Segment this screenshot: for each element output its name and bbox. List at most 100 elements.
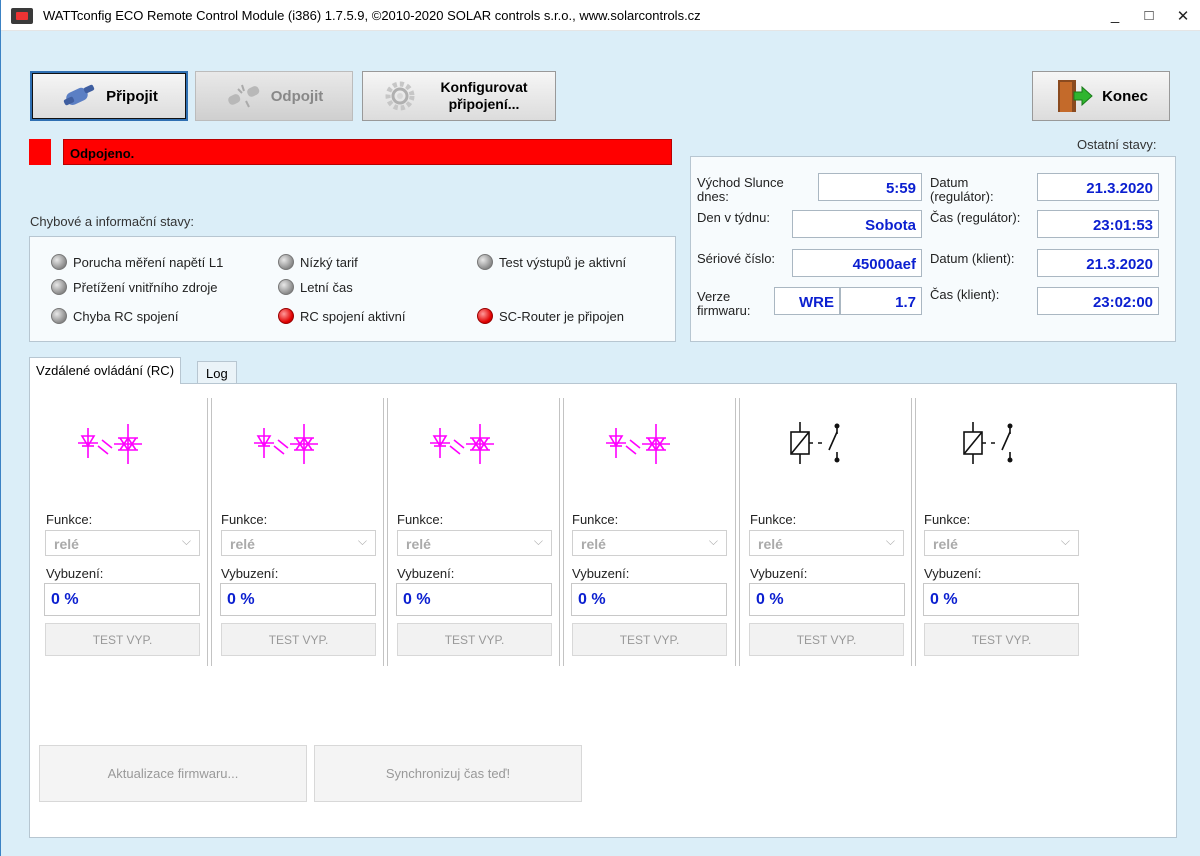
column-divider: [383, 398, 388, 666]
function-select[interactable]: relé ⌵: [397, 530, 552, 556]
weekday-label: Den v týdnu:: [697, 210, 770, 225]
indicator-low-tariff: Nízký tarif: [278, 254, 358, 270]
disconnect-button[interactable]: Odpojit: [195, 71, 353, 121]
app-window: WATTconfig ECO Remote Control Module (i3…: [0, 0, 1200, 856]
test-off-button[interactable]: TEST VYP.: [572, 623, 727, 656]
column-divider: [207, 398, 212, 666]
configure-label: Konfigurovat připojení...: [440, 79, 528, 112]
function-label: Funkce:: [397, 512, 444, 527]
function-select[interactable]: relé ⌵: [924, 530, 1079, 556]
firmware-version-field: 1.7: [840, 287, 922, 315]
test-off-button[interactable]: TEST VYP.: [221, 623, 376, 656]
serial-field: 45000aef: [792, 249, 922, 277]
excitation-label: Vybuzení:: [750, 566, 808, 581]
configure-connection-button[interactable]: Konfigurovat připojení...: [362, 71, 556, 121]
close-button[interactable]: ✕: [1167, 0, 1199, 31]
exit-button[interactable]: Konec: [1032, 71, 1170, 121]
excitation-label: Vybuzení:: [572, 566, 630, 581]
firmware-type-field: WRE: [774, 287, 840, 315]
unplug-icon: [227, 84, 259, 108]
regulator-date-field: 21.3.2020: [1037, 173, 1159, 201]
indicator-voltage-fault: Porucha měření napětí L1: [51, 254, 223, 270]
relay-icon: [790, 422, 840, 464]
status-lamp-icon: [477, 308, 493, 324]
excitation-field: 0 %: [571, 583, 727, 616]
tab-log[interactable]: Log: [197, 361, 237, 384]
connect-button[interactable]: Připojit: [30, 71, 188, 121]
gear-icon: [385, 81, 415, 111]
excitation-field: 0 %: [396, 583, 552, 616]
chevron-down-icon: ⌵: [357, 534, 367, 548]
indicator-rc-active: RC spojení aktivní: [278, 308, 406, 324]
excitation-field: 0 %: [44, 583, 200, 616]
test-off-button[interactable]: TEST VYP.: [924, 623, 1079, 656]
firmware-label: Verze firmwaru:: [697, 289, 751, 318]
indicator-output-test: Test výstupů je aktivní: [477, 254, 626, 270]
function-select[interactable]: relé ⌵: [572, 530, 727, 556]
test-off-button[interactable]: TEST VYP.: [397, 623, 552, 656]
sunrise-label: Východ Slunce dnes:: [697, 175, 784, 204]
connect-label: Připojit: [106, 87, 158, 105]
title-bar: WATTconfig ECO Remote Control Module (i3…: [1, 0, 1200, 31]
status-lamp-icon: [477, 254, 493, 270]
chevron-down-icon: ⌵: [533, 534, 543, 548]
minimize-button[interactable]: _: [1099, 0, 1131, 31]
connection-status-bar: Odpojeno.: [63, 139, 672, 165]
client-time-label: Čas (klient):: [930, 287, 1000, 302]
triac-icon: [254, 424, 318, 464]
excitation-field: 0 %: [749, 583, 905, 616]
excitation-label: Vybuzení:: [924, 566, 982, 581]
function-label: Funkce:: [572, 512, 619, 527]
test-off-button[interactable]: TEST VYP.: [45, 623, 200, 656]
other-states-title: Ostatní stavy:: [1077, 137, 1157, 152]
function-label: Funkce:: [924, 512, 971, 527]
status-lamp-icon: [51, 254, 67, 270]
chevron-down-icon: ⌵: [885, 534, 895, 548]
function-select[interactable]: relé ⌵: [45, 530, 200, 556]
connection-status-led: [29, 139, 51, 165]
status-lamp-icon: [51, 279, 67, 295]
excitation-label: Vybuzení:: [46, 566, 104, 581]
excitation-label: Vybuzení:: [397, 566, 455, 581]
sync-time-button[interactable]: Synchronizuj čas teď!: [314, 745, 582, 802]
regulator-date-label: Datum (regulátor):: [930, 175, 994, 204]
triac-icon: [430, 424, 494, 464]
status-lamp-icon: [51, 308, 67, 324]
function-label: Funkce:: [46, 512, 93, 527]
window-title: WATTconfig ECO Remote Control Module (i3…: [43, 8, 701, 23]
error-states-title: Chybové a informační stavy:: [30, 214, 195, 229]
chevron-down-icon: ⌵: [181, 534, 191, 548]
maximize-button[interactable]: □: [1133, 0, 1165, 31]
plug-icon: [64, 84, 95, 106]
excitation-label: Vybuzení:: [221, 566, 279, 581]
weekday-field: Sobota: [792, 210, 922, 238]
excitation-field: 0 %: [923, 583, 1079, 616]
indicator-summer-time: Letní čas: [278, 279, 353, 295]
sunrise-field: 5:59: [818, 173, 922, 201]
chevron-down-icon: ⌵: [1060, 534, 1070, 548]
relay-icon: [963, 422, 1013, 464]
tab-remote-control[interactable]: Vzdálené ovládání (RC): [29, 357, 182, 384]
client-date-label: Datum (klient):: [930, 251, 1015, 266]
app-icon: [11, 8, 33, 24]
chevron-down-icon: ⌵: [708, 534, 718, 548]
function-select[interactable]: relé ⌵: [221, 530, 376, 556]
indicator-supply-overload: Přetížení vnitřního zdroje: [51, 279, 218, 295]
serial-label: Sériové číslo:: [697, 251, 776, 266]
regulator-time-label: Čas (regulátor):: [930, 210, 1021, 225]
triac-icon: [606, 424, 670, 464]
function-select[interactable]: relé ⌵: [749, 530, 904, 556]
client-time-field: 23:02:00: [1037, 287, 1159, 315]
status-lamp-icon: [278, 308, 294, 324]
status-lamp-icon: [278, 279, 294, 295]
function-label: Funkce:: [221, 512, 268, 527]
regulator-time-field: 23:01:53: [1037, 210, 1159, 238]
exit-door-icon: [1058, 80, 1093, 112]
client-date-field: 21.3.2020: [1037, 249, 1159, 277]
excitation-field: 0 %: [220, 583, 376, 616]
test-off-button[interactable]: TEST VYP.: [749, 623, 904, 656]
disconnect-label: Odpojit: [270, 87, 324, 105]
column-divider: [735, 398, 740, 666]
column-divider: [911, 398, 916, 666]
firmware-update-button[interactable]: Aktualizace firmwaru...: [39, 745, 307, 802]
